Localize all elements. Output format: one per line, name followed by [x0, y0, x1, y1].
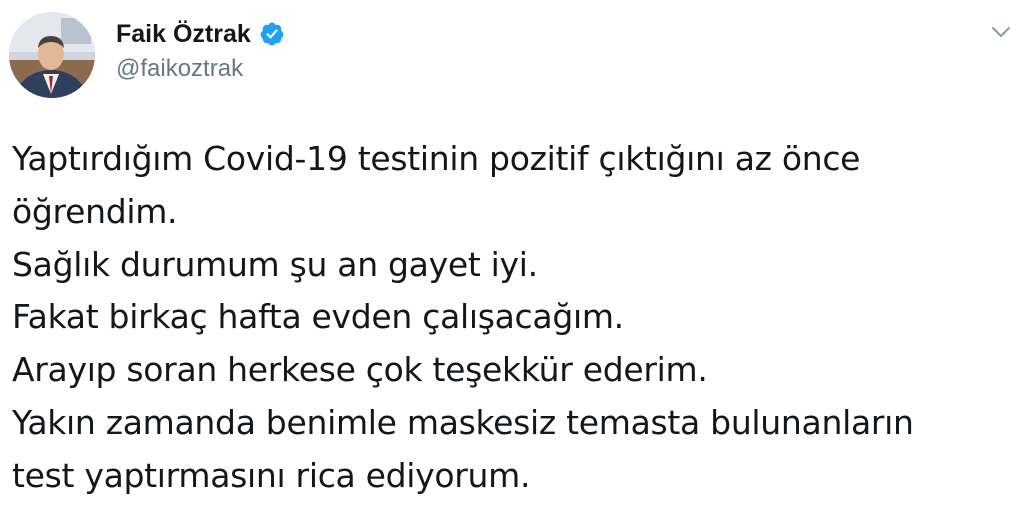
- chevron-down-icon[interactable]: [990, 24, 1012, 40]
- author-name-row: Faik Öztrak: [116, 19, 285, 49]
- tweet-card: Faik Öztrak @faikoztrak Yaptırdığım Covi…: [0, 0, 1024, 509]
- tweet-text-line: Arayıp soran herkese çok teşekkür ederim…: [12, 350, 708, 390]
- tweet-text-line: Sağlık durumum şu an gayet iyi.: [12, 244, 538, 284]
- tweet-text-line: öğrendim.: [12, 191, 178, 231]
- author-handle[interactable]: @faikoztrak: [116, 55, 285, 83]
- author-info: Faik Öztrak @faikoztrak: [116, 19, 285, 83]
- tweet-text-line: test yaptırmasını rica ediyorum.: [12, 455, 531, 495]
- tweet-text-line: Yaptırdığım Covid-19 testinin pozitif çı…: [12, 139, 861, 178]
- avatar[interactable]: [9, 12, 95, 98]
- tweet-text: Yaptırdığım Covid-19 testinin pozitif çı…: [12, 133, 1012, 503]
- tweet-text-line: Fakat birkaç hafta evden çalışacağım.: [12, 297, 624, 337]
- verified-badge-icon: [259, 21, 285, 47]
- author-name[interactable]: Faik Öztrak: [116, 19, 251, 49]
- tweet-text-line: Yakın zamanda benimle maskesiz temasta b…: [12, 402, 914, 442]
